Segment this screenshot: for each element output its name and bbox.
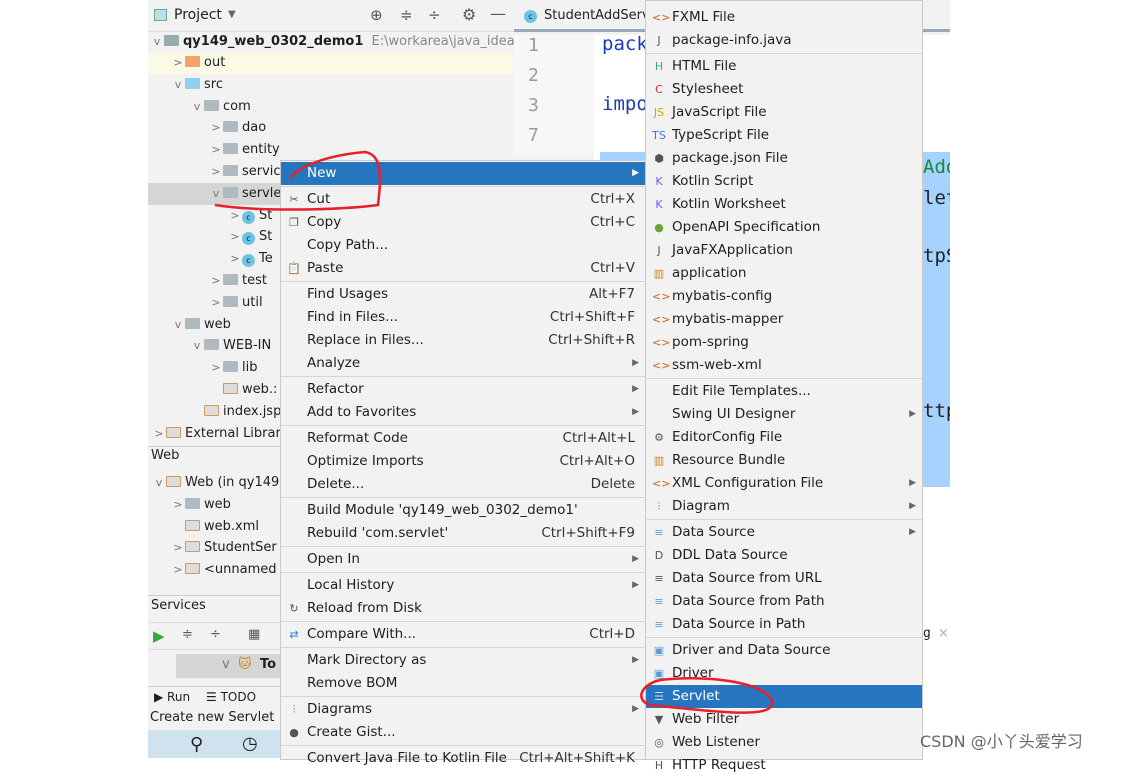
annotation-servlet-circle	[640, 676, 774, 714]
http-icon: H	[654, 759, 664, 772]
watermark: CSDN @小丫头爱学习	[920, 732, 1083, 751]
annotation-new-circle	[214, 150, 382, 211]
red-annotation	[214, 150, 774, 714]
